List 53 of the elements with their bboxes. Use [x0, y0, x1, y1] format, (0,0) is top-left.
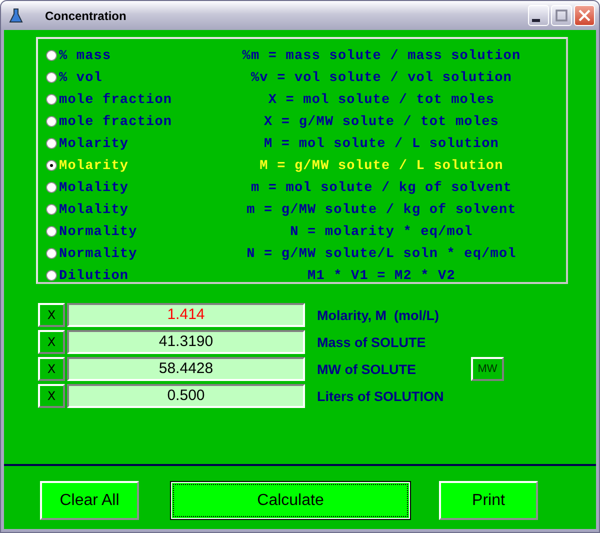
- mw-button[interactable]: MW: [471, 357, 504, 381]
- formula-text: %v = vol solute / vol solution: [250, 70, 514, 86]
- clear-button[interactable]: X: [38, 330, 65, 354]
- radio-button[interactable]: [46, 160, 57, 170]
- clear-button[interactable]: X: [38, 303, 65, 327]
- action-button[interactable]: Calculate: [170, 481, 411, 520]
- radio-button[interactable]: [46, 270, 57, 280]
- radio-button[interactable]: [46, 50, 57, 60]
- minimize-button[interactable]: [528, 5, 549, 26]
- formula-text: N = g/MW solute/L soln * eq/mol: [246, 246, 518, 262]
- option-label[interactable]: Normality: [59, 224, 209, 240]
- flask-icon: [9, 8, 23, 24]
- field-label: MW of SOLUTE: [317, 362, 417, 376]
- formula-text: X = g/MW solute / tot moles: [263, 114, 500, 130]
- action-button[interactable]: Clear All: [40, 481, 139, 520]
- value-field[interactable]: 41.3190: [67, 330, 305, 354]
- field-label: Mass of SOLUTE: [317, 334, 427, 350]
- clear-button[interactable]: X: [38, 357, 65, 381]
- formula-text: X = mol solute / tot moles: [267, 92, 496, 108]
- radio-button[interactable]: [46, 226, 57, 236]
- radio-button[interactable]: [46, 72, 57, 82]
- value-field[interactable]: 1.414: [67, 303, 305, 327]
- formula-text: m = g/MW solute / kg of solvent: [246, 202, 518, 218]
- radio-button[interactable]: [46, 94, 57, 104]
- field-label: Liters of SOLUTION: [317, 388, 445, 404]
- option-label[interactable]: mole fraction: [59, 114, 209, 130]
- formula-text: m = mol solute / kg of solvent: [250, 180, 514, 196]
- value-field[interactable]: 58.4428: [67, 357, 305, 381]
- minimize-icon: [532, 19, 540, 22]
- option-label[interactable]: Normality: [59, 246, 209, 262]
- option-label[interactable]: mole fraction: [59, 92, 209, 108]
- option-label[interactable]: Molality: [59, 202, 209, 218]
- window-title: Concentration: [45, 8, 128, 22]
- action-button[interactable]: Print: [439, 481, 538, 520]
- option-label[interactable]: % vol: [59, 70, 209, 86]
- radio-button[interactable]: [46, 204, 57, 214]
- option-label[interactable]: Dilution: [59, 268, 209, 284]
- option-label[interactable]: Molality: [59, 180, 209, 196]
- formula-text: M = mol solute / L solution: [263, 136, 500, 152]
- value-field[interactable]: 0.500: [67, 384, 305, 408]
- option-label[interactable]: Molarity: [59, 136, 209, 152]
- radio-button[interactable]: [46, 248, 57, 258]
- formula-text: M1 * V1 = M2 * V2: [306, 268, 456, 284]
- formula-text: N = molarity * eq/mol: [289, 224, 474, 240]
- radio-button[interactable]: [46, 138, 57, 148]
- formula-text: %m = mass solute / mass solution: [241, 48, 522, 64]
- radio-button[interactable]: [46, 116, 57, 126]
- formula-text: M = g/MW solute / L solution: [258, 158, 504, 174]
- close-button[interactable]: [574, 5, 595, 26]
- field-label: Molarity, M (mol/L): [317, 308, 440, 322]
- radio-button[interactable]: [46, 182, 57, 192]
- option-label[interactable]: % mass: [59, 48, 209, 64]
- clear-button[interactable]: X: [38, 384, 65, 408]
